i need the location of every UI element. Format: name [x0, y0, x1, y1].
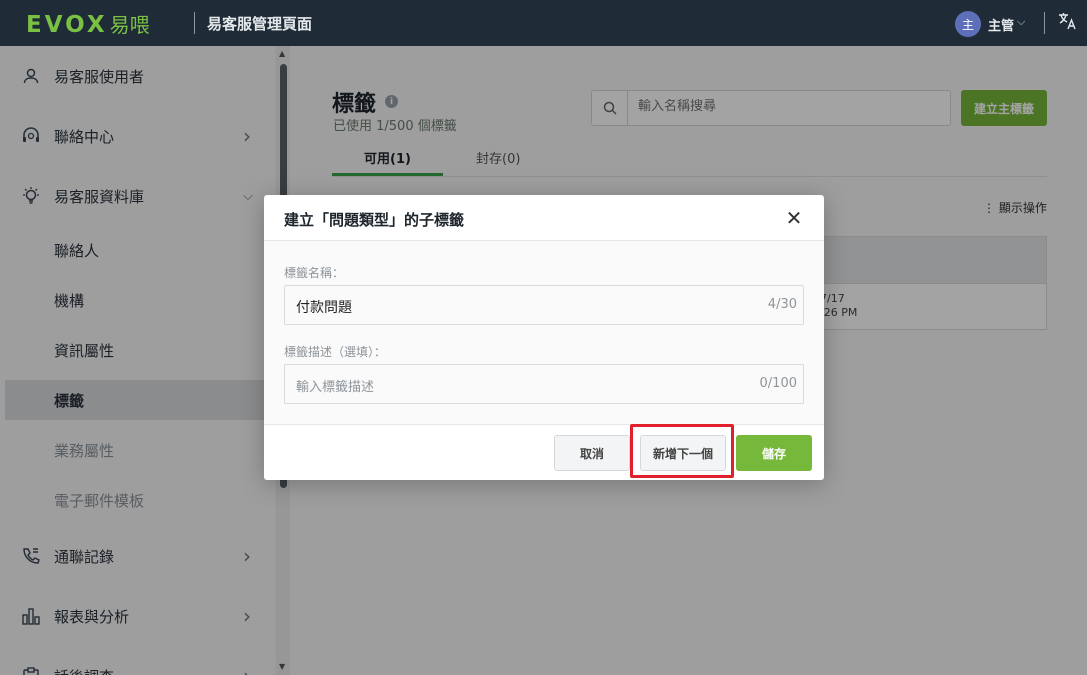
tag-name-label: 標籤名稱：	[284, 266, 345, 280]
top-divider	[1044, 12, 1045, 34]
tag-name-value: 付款問題	[296, 300, 352, 316]
app-title: 易客服管理頁面	[207, 15, 313, 33]
evox-logo[interactable]: EVOX 易喂	[26, 9, 150, 38]
cancel-button[interactable]: 取消	[554, 435, 630, 471]
dialog-title: 建立「問題類型」的子標籤	[284, 211, 465, 229]
dialog-divider	[264, 424, 824, 425]
avatar[interactable]: 主	[955, 11, 981, 37]
top-divider	[194, 12, 195, 34]
chevron-down-icon[interactable]: ⌵	[1017, 15, 1025, 29]
tag-description-count: 0/100	[759, 376, 797, 391]
translate-icon-svg	[1059, 13, 1076, 30]
highlight-annotation	[630, 424, 734, 478]
close-icon[interactable]: ✕	[784, 206, 804, 230]
tag-name-count: 4/30	[767, 297, 797, 312]
tag-description-field[interactable]: 輸入標籤描述 0/100	[284, 364, 804, 404]
tag-description-label: 標籤描述（選填）：	[284, 345, 387, 359]
tag-name-field[interactable]: 付款問題 4/30	[284, 285, 804, 325]
user-name[interactable]: 主管	[988, 15, 1014, 34]
save-button[interactable]: 儲存	[736, 435, 812, 471]
tag-description-placeholder: 輸入標籤描述	[296, 380, 375, 395]
top-bar: EVOX 易喂 易客服管理頁面 主 主管 ⌵	[0, 0, 1087, 46]
translate-icon[interactable]	[1057, 11, 1077, 36]
logo-text: EVOX	[26, 12, 108, 38]
logo-sub: 易喂	[109, 13, 150, 37]
dialog-body: 標籤名稱： 付款問題 4/30 標籤描述（選填）： 輸入標籤描述 0/100	[264, 241, 824, 424]
create-subtag-dialog: 建立「問題類型」的子標籤 ✕ 標籤名稱： 付款問題 4/30 標籤描述（選填）：…	[264, 195, 824, 480]
